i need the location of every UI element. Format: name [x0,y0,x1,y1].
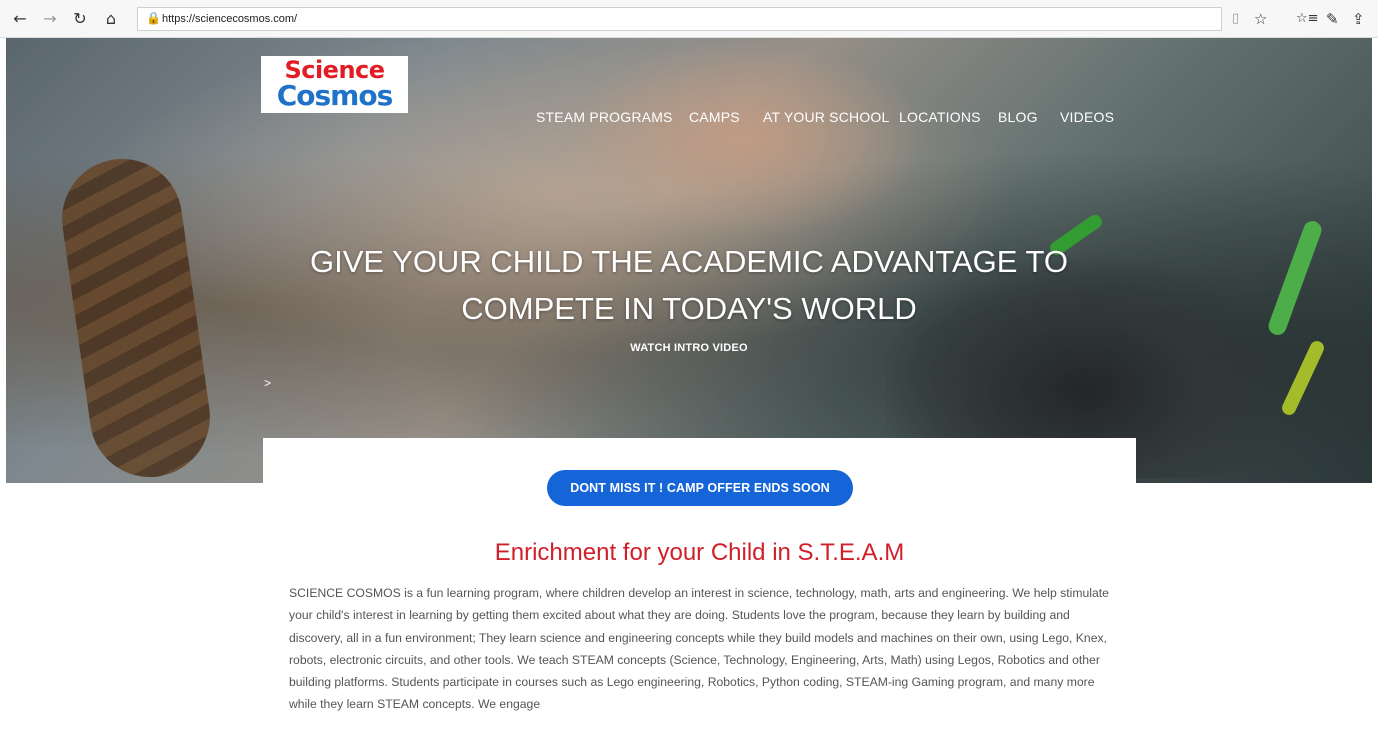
refresh-icon[interactable]: ↻ [70,9,90,29]
notes-pen-icon[interactable]: ✎ [1326,9,1339,29]
address-bar[interactable]: 🔒 https://sciencecosmos.com/ [137,7,1222,31]
nav-steam-programs[interactable]: STEAM PROGRAMS [536,109,673,125]
lock-icon: 🔒 [146,11,161,25]
nav-camps[interactable]: CAMPS [689,109,740,125]
nav-blog[interactable]: BLOG [998,109,1038,125]
back-arrow-icon[interactable]: ← [10,9,30,29]
favorite-star-icon[interactable]: ☆ [1254,9,1267,29]
forward-arrow-icon[interactable]: → [40,9,60,29]
browser-toolbar: ← → ↻ ⌂ 🔒 https://sciencecosmos.com/ ▯ ☆… [0,0,1378,38]
nav-locations[interactable]: LOCATIONS [899,109,981,125]
intro-paragraph: SCIENCE COSMOS is a fun learning program… [289,586,1109,712]
camp-offer-button[interactable]: DONT MISS IT ! CAMP OFFER ENDS SOON [547,470,853,506]
nav-at-your-school[interactable]: AT YOUR SCHOOL [763,109,890,125]
content-card: DONT MISS IT ! CAMP OFFER ENDS SOON Enri… [263,438,1136,738]
home-icon[interactable]: ⌂ [101,9,121,29]
watch-intro-video-link[interactable]: WATCH INTRO VIDEO [6,342,1372,354]
url-text[interactable]: https://sciencecosmos.com/ [162,13,297,25]
favorites-list-icon[interactable]: ☆≡ [1296,9,1319,29]
reading-view-icon[interactable]: ▯ [1232,9,1239,29]
slider-next-arrow-icon[interactable]: > [264,376,271,390]
share-icon[interactable]: ⇪ [1352,9,1365,29]
site-logo[interactable]: Science Cosmos [261,56,408,113]
hero-banner: Science Cosmos STEAM PROGRAMS CAMPS AT Y… [6,38,1372,483]
nav-videos[interactable]: VIDEOS [1060,109,1114,125]
hero-headline-line2: COMPETE IN TODAY'S WORLD [461,291,917,326]
section-heading: Enrichment for your Child in S.T.E.A.M [494,539,905,566]
hero-headline-line1: GIVE YOUR CHILD THE ACADEMIC ADVANTAGE T… [310,244,1068,279]
logo-text-cosmos: Cosmos [276,79,394,112]
hero-headline: GIVE YOUR CHILD THE ACADEMIC ADVANTAGE T… [6,238,1372,332]
